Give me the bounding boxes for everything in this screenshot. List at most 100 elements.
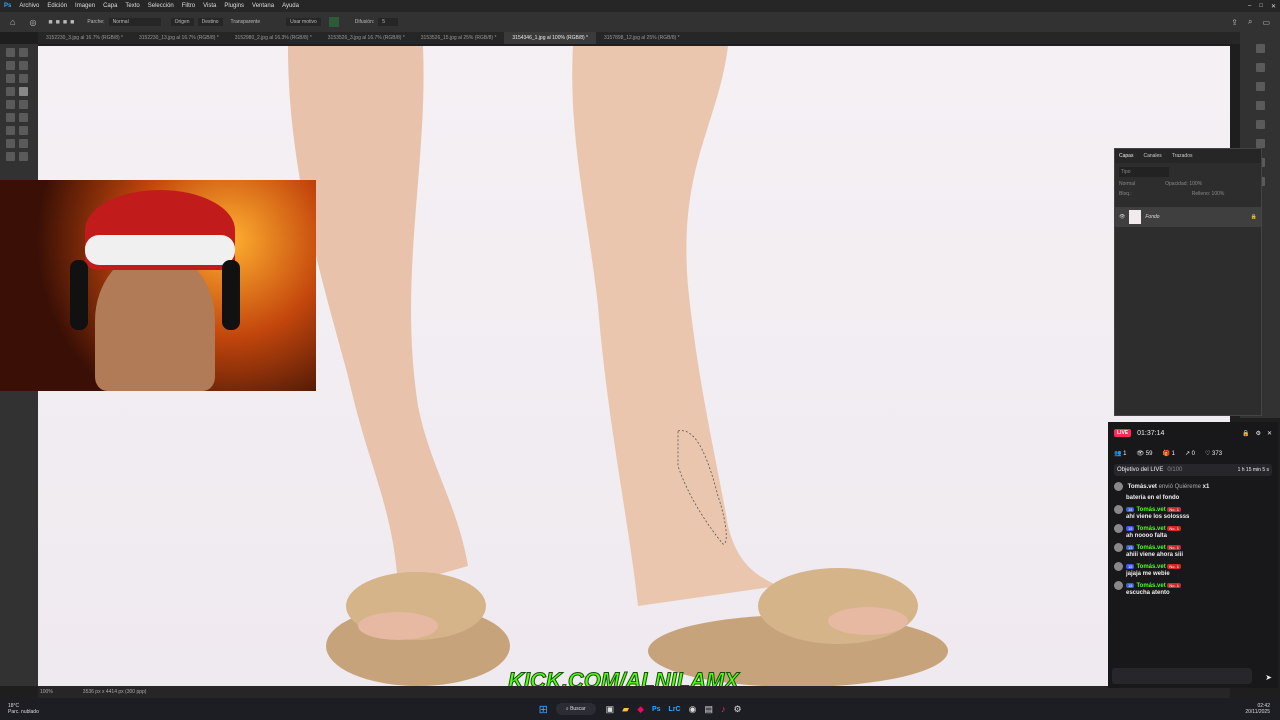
menu-ayuda[interactable]: Ayuda <box>278 3 303 9</box>
properties-icon[interactable] <box>1255 44 1265 53</box>
origen-button[interactable]: Origen <box>170 18 194 26</box>
doc-tab[interactable]: 3153526_3.jpg al 16.7% (RGB/8) * <box>320 32 413 44</box>
app-icon[interactable]: ▣ <box>606 704 615 715</box>
crop-tool-icon[interactable] <box>6 74 15 83</box>
doc-tab-active[interactable]: 3154346_1.jpg al 100% (RGB/8) * <box>504 32 596 44</box>
visibility-eye-icon[interactable]: 👁 <box>1119 214 1125 220</box>
blend-mode-select[interactable]: Normal <box>1119 181 1135 187</box>
menu-edicion[interactable]: Edición <box>43 3 71 9</box>
clock[interactable]: 02:42 20/11/2025 <box>1245 703 1270 715</box>
live-goal[interactable]: Objetivo del LIVE 0/100 1 h 15 min 5 s <box>1114 464 1272 476</box>
libraries-icon[interactable] <box>1255 63 1265 72</box>
tab-capas[interactable]: Capas <box>1119 153 1133 159</box>
eyedropper-icon[interactable] <box>6 87 15 96</box>
menu-ventana[interactable]: Ventana <box>248 3 278 9</box>
menu-bar: Ps Archivo Edición Imagen Capa Texto Sel… <box>0 0 1280 12</box>
steam-icon[interactable]: ◉ <box>689 704 697 715</box>
fill-value[interactable]: 100% <box>1212 191 1225 197</box>
stamp-tool-icon[interactable] <box>19 100 28 109</box>
lightroom-icon[interactable]: LrC <box>669 706 681 713</box>
app-icon[interactable]: Ps <box>0 3 15 9</box>
tiktok-icon[interactable]: ♪ <box>721 704 726 714</box>
difusion-input[interactable]: 5 <box>378 18 399 26</box>
lasso-tool-icon[interactable] <box>6 61 15 70</box>
menu-imagen[interactable]: Imagen <box>71 3 99 9</box>
path-select-icon[interactable] <box>6 152 15 161</box>
opacity-label: Opacidad: <box>1165 181 1188 187</box>
menu-vista[interactable]: Vista <box>199 3 220 9</box>
layer-row[interactable]: 👁 Fondo 🔒 <box>1115 207 1261 227</box>
selection-mode-icons[interactable]: ■■■■ <box>48 19 77 26</box>
chat-input[interactable] <box>1112 668 1252 684</box>
doc-tab[interactable]: 3152230_3.jpg al 16.7% (RGB/8) * <box>38 32 131 44</box>
weather-widget[interactable]: 18°C Parc. nublado <box>8 703 39 715</box>
doc-tab[interactable]: 3152980_2.jpg al 16.3% (RGB/8) * <box>227 32 320 44</box>
close-icon[interactable]: ✕ <box>1267 3 1280 10</box>
menu-filtro[interactable]: Filtro <box>178 3 199 9</box>
type-tool-icon[interactable] <box>19 152 28 161</box>
fill-label: Relleno: <box>1191 191 1211 197</box>
adjustments-icon[interactable] <box>1255 120 1265 129</box>
share-icon[interactable]: ⇪ <box>1231 18 1238 27</box>
shares-stat: ↗ 0 <box>1184 450 1195 457</box>
menu-texto[interactable]: Texto <box>121 3 143 9</box>
opacity-value[interactable]: 100% <box>1189 181 1202 187</box>
brush-tool-icon[interactable] <box>6 100 15 109</box>
patch-tool-icon[interactable] <box>19 87 28 96</box>
settings-icon[interactable]: ⚙ <box>733 704 741 715</box>
chat-message: 15 Tomás.vet No. 1 ahiii viene ahora siii <box>1114 543 1272 558</box>
menu-capa[interactable]: Capa <box>99 3 121 9</box>
pattern-swatch[interactable] <box>328 17 339 27</box>
transparente-checkbox[interactable]: Transparente <box>231 19 261 25</box>
history-brush-icon[interactable] <box>6 113 15 122</box>
object-select-icon[interactable] <box>19 61 28 70</box>
close-icon[interactable]: ✕ <box>1267 430 1272 437</box>
settings-icon[interactable]: ⚙ <box>1256 430 1261 437</box>
doc-tab[interactable]: 3152230_13.jpg al 16.7% (RGB/8) * <box>131 32 227 44</box>
browser-icon[interactable]: ◆ <box>637 704 644 715</box>
zoom-level[interactable]: 100% <box>40 689 53 695</box>
home-icon[interactable]: ⌂ <box>10 17 15 27</box>
live-timer: 01:37:14 <box>1137 429 1165 437</box>
usar-motivo-button[interactable]: Usar motivo <box>286 18 321 26</box>
doc-tab[interactable]: 3157898_12.jpg al 25% (RGB/8) * <box>596 32 688 44</box>
comments-icon[interactable] <box>1255 101 1265 110</box>
move-tool-icon[interactable] <box>6 48 15 57</box>
pen-icon[interactable] <box>19 139 28 148</box>
taskbar-search[interactable]: ⌕ Buscar <box>555 703 596 715</box>
maximize-icon[interactable]: □ <box>1255 3 1267 9</box>
layer-thumbnail <box>1129 210 1142 224</box>
headphones <box>70 260 88 330</box>
app-icon[interactable]: ▤ <box>704 704 713 715</box>
menu-archivo[interactable]: Archivo <box>15 3 43 9</box>
lock-icon[interactable]: 🔒 <box>1242 430 1249 437</box>
layers-icon[interactable] <box>1255 139 1265 148</box>
artboard-tool-icon[interactable] <box>19 48 28 57</box>
layer-search[interactable]: Tipo <box>1119 167 1169 177</box>
gifts-stat: 🎁 1 <box>1162 450 1175 457</box>
minimize-icon[interactable]: – <box>1244 3 1255 9</box>
info-icon[interactable] <box>1255 82 1265 91</box>
eraser-icon[interactable] <box>19 113 28 122</box>
windows-start-icon[interactable]: ⊞ <box>539 703 548 716</box>
doc-tab[interactable]: 3153526_15.jpg al 25% (RGB/8) * <box>413 32 505 44</box>
photoshop-icon[interactable]: Ps <box>652 706 661 713</box>
menu-plugins[interactable]: Plugins <box>220 3 248 9</box>
dodge-icon[interactable] <box>6 139 15 148</box>
send-icon[interactable]: ➤ <box>1265 673 1272 682</box>
folder-icon[interactable]: ▰ <box>622 704 629 715</box>
gift-user[interactable]: Tomás.vet <box>1128 484 1157 490</box>
menu-seleccion[interactable]: Selección <box>144 3 178 9</box>
tab-canales[interactable]: Canales <box>1143 153 1161 159</box>
blur-icon[interactable] <box>19 126 28 135</box>
gradient-icon[interactable] <box>6 126 15 135</box>
layer-name[interactable]: Fondo <box>1145 214 1159 220</box>
destino-button[interactable]: Destino <box>197 18 223 26</box>
search-icon[interactable]: ⌕ <box>1248 17 1252 27</box>
avatar <box>1114 482 1123 491</box>
workspace-icon[interactable]: ▭ <box>1262 18 1270 27</box>
tab-trazados[interactable]: Trazados <box>1172 153 1193 159</box>
patch-tool-icon[interactable]: ◎ <box>29 18 36 27</box>
frame-tool-icon[interactable] <box>19 74 28 83</box>
parche-select[interactable]: Normal <box>108 18 161 26</box>
